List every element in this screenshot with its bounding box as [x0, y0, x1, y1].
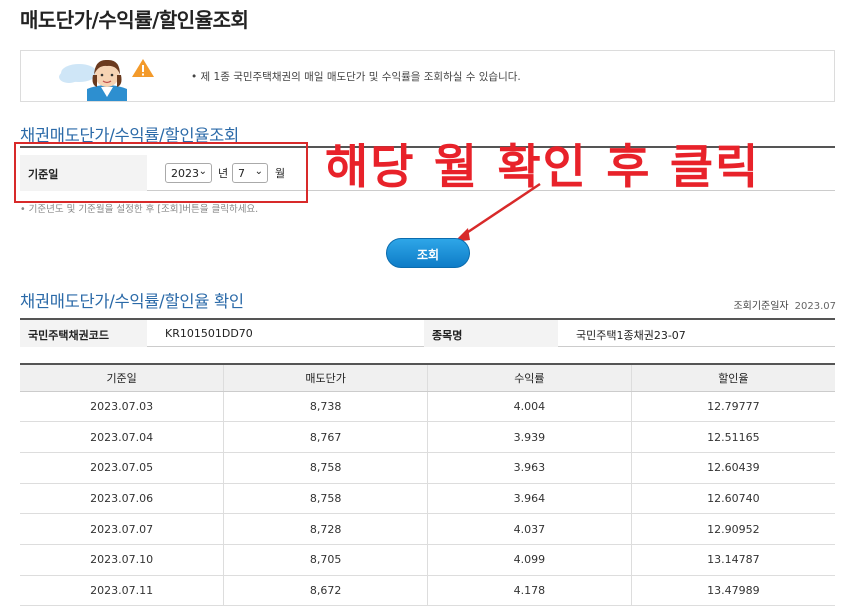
item-name-value: 국민주택1종채권23-07 [576, 329, 686, 342]
cell-discount: 12.60740 [630, 483, 835, 515]
cell-discount: 13.14787 [630, 544, 835, 576]
cell-price: 8,758 [223, 483, 428, 515]
notice-box: • 제 1종 국민주택채권의 매일 매도단가 및 수익률을 조회하실 수 있습니… [20, 50, 835, 102]
table-row: 2023.07.03 8,738 4.004 12.79777 [20, 391, 835, 423]
cell-discount: 12.51165 [630, 421, 835, 453]
table-row: 2023.07.10 8,705 4.099 13.14787 [20, 544, 835, 576]
cell-price: 8,672 [223, 575, 428, 607]
bond-info-table: 국민주택채권코드 KR101501DD70 종목명 국민주택1종채권23-07 [20, 318, 835, 347]
cell-discount: 12.60439 [630, 452, 835, 484]
cell-date: 2023.07.10 [20, 544, 224, 576]
cell-discount: 13.47989 [630, 575, 835, 607]
cell-date: 2023.07.04 [20, 421, 224, 453]
woman-warning-illustration-icon [59, 59, 154, 101]
cell-yield: 3.963 [427, 452, 632, 484]
result-section-title: 채권매도단가/수익률/할인율 확인 [20, 292, 244, 311]
bond-code-label: 국민주택채권코드 [20, 320, 147, 347]
search-button[interactable]: 조회 [386, 238, 470, 268]
cell-price: 8,705 [223, 544, 428, 576]
table-row: 2023.07.05 8,758 3.963 12.60439 [20, 452, 835, 484]
reference-date-value: 2023.07 [794, 301, 836, 312]
table-row: 2023.07.11 8,672 4.178 13.47989 [20, 575, 835, 607]
page-title: 매도단가/수익률/할인율조회 [20, 8, 249, 32]
cell-date: 2023.07.06 [20, 483, 224, 515]
header-discount-rate: 할인율 [630, 363, 835, 392]
header-sell-price: 매도단가 [223, 363, 428, 392]
bond-code-value: KR101501DD70 [165, 327, 253, 340]
table-row: 2023.07.06 8,758 3.964 12.60740 [20, 483, 835, 515]
cell-price: 8,728 [223, 513, 428, 545]
cell-price: 8,758 [223, 452, 428, 484]
cell-yield: 4.037 [427, 513, 632, 545]
cell-date: 2023.07.03 [20, 391, 224, 423]
cell-yield: 4.004 [427, 391, 632, 423]
table-header-row: 기준일 매도단가 수익률 할인율 [20, 363, 835, 392]
notice-text: • 제 1종 국민주택채권의 매일 매도단가 및 수익률을 조회하실 수 있습니… [191, 71, 521, 83]
header-base-date: 기준일 [20, 363, 224, 392]
reference-date-label: 조회기준일자 [733, 301, 789, 312]
help-text: • 기준년도 및 기준월을 설정한 후 [조회]버튼을 클릭하세요. [20, 204, 259, 215]
cell-yield: 4.099 [427, 544, 632, 576]
item-name-label: 종목명 [424, 320, 558, 347]
table-row: 2023.07.07 8,728 4.037 12.90952 [20, 513, 835, 545]
cell-discount: 12.79777 [630, 391, 835, 423]
cell-date: 2023.07.11 [20, 575, 224, 607]
reference-date: 조회기준일자 2023.07 [733, 297, 836, 312]
cell-yield: 3.964 [427, 483, 632, 515]
price-table: 기준일 매도단가 수익률 할인율 2023.07.03 8,738 4.004 … [20, 363, 835, 607]
cell-date: 2023.07.07 [20, 513, 224, 545]
header-yield: 수익률 [427, 363, 632, 392]
cell-date: 2023.07.05 [20, 452, 224, 484]
table-row: 2023.07.04 8,767 3.939 12.51165 [20, 421, 835, 453]
cell-discount: 12.90952 [630, 513, 835, 545]
cell-price: 8,738 [223, 391, 428, 423]
cell-yield: 3.939 [427, 421, 632, 453]
cell-price: 8,767 [223, 421, 428, 453]
cell-yield: 4.178 [427, 575, 632, 607]
annotation-highlight-box [14, 142, 308, 203]
